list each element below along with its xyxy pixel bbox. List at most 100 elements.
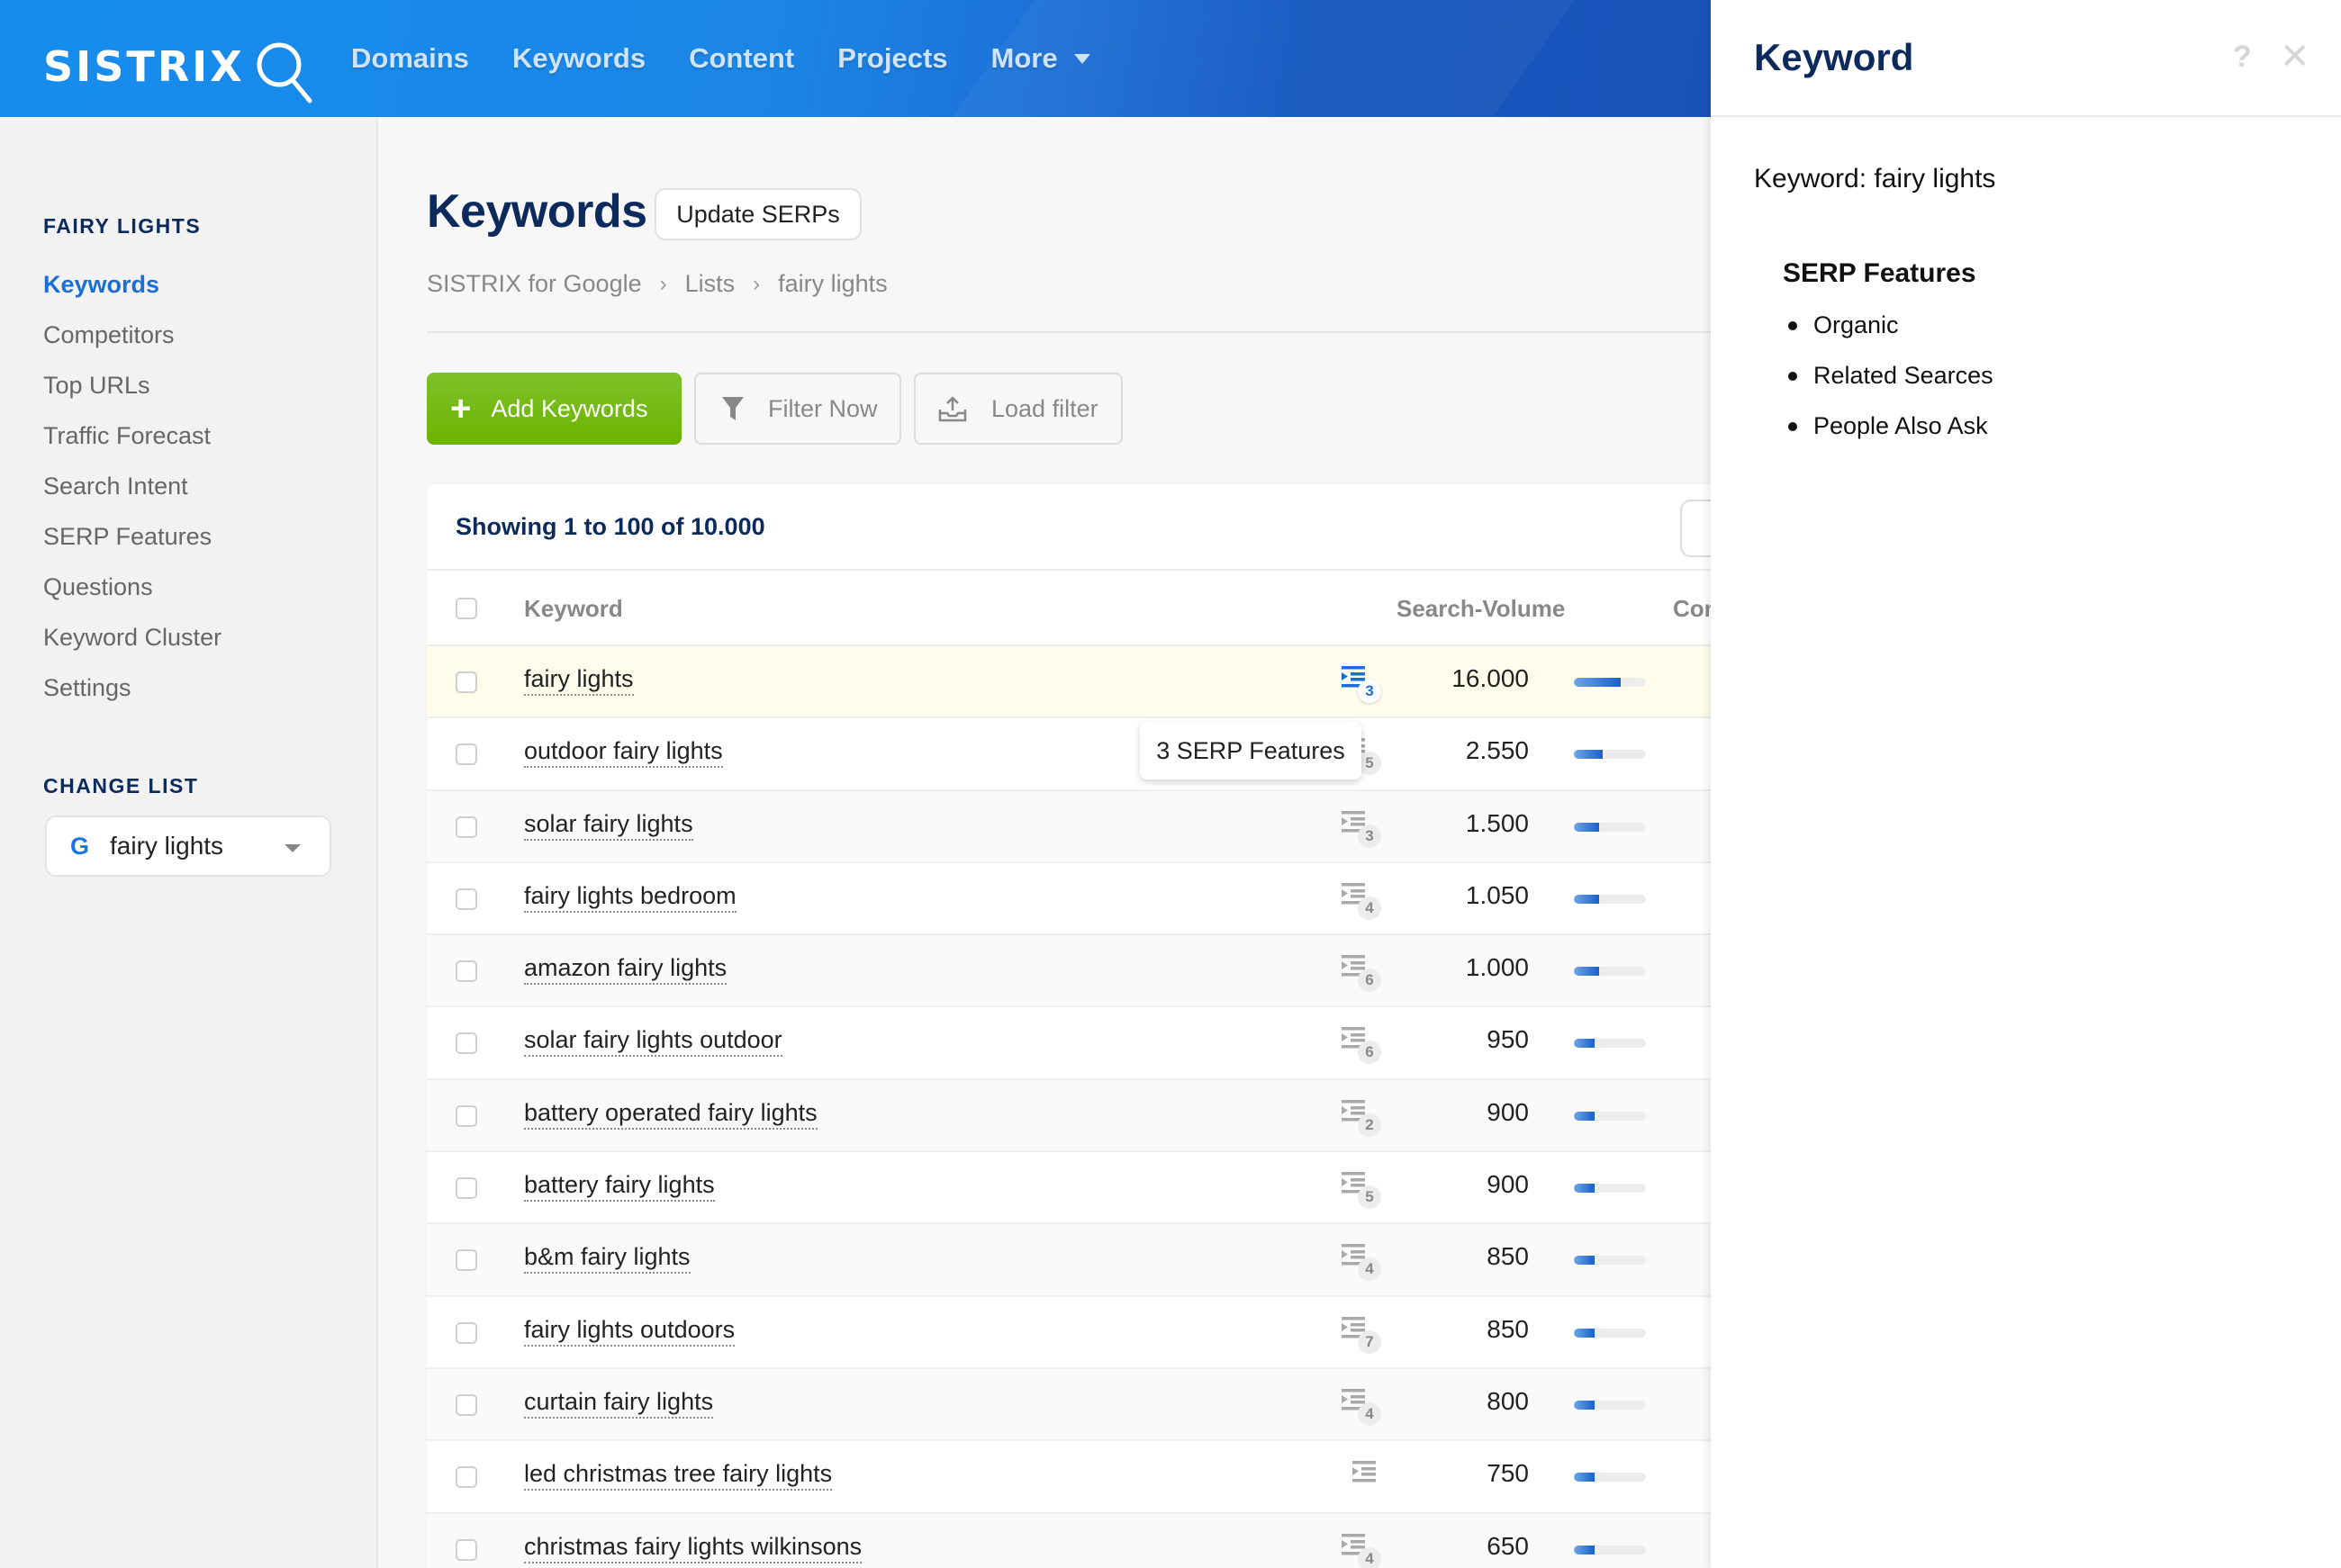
column-header-competition[interactable]: Con — [1673, 571, 1711, 646]
close-icon[interactable]: ✕ — [2280, 36, 2310, 77]
serp-features-indicator[interactable] — [1342, 1459, 1387, 1504]
serp-features-indicator[interactable]: 4 — [1342, 1242, 1387, 1287]
keyword-link[interactable]: christmas fairy lights wilkinsons — [524, 1531, 863, 1563]
table-options-button[interactable] — [1680, 500, 1711, 557]
breadcrumb-item-sistrix-for-google[interactable]: SISTRIX for Google — [427, 270, 642, 298]
row-checkbox[interactable] — [456, 1393, 477, 1416]
table-row[interactable]: outdoor fairy lights 5 2.550 — [427, 718, 1711, 791]
nav-more-dropdown[interactable]: More — [991, 42, 1090, 75]
select-all-checkbox[interactable] — [456, 598, 477, 619]
change-list-title: CHANGE LIST — [43, 774, 199, 798]
search-volume-bar-fill — [1574, 967, 1599, 977]
row-checkbox[interactable] — [456, 671, 477, 693]
table-row[interactable]: solar fairy lights 3 1.500 — [427, 790, 1711, 863]
table-row[interactable]: battery fairy lights 5 900 — [427, 1152, 1711, 1225]
row-checkbox[interactable] — [456, 816, 477, 838]
nav-content[interactable]: Content — [689, 42, 794, 75]
serp-features-indicator[interactable]: 2 — [1342, 1098, 1387, 1143]
table-row[interactable]: led christmas tree fairy lights 750 — [427, 1441, 1711, 1514]
keyword-link[interactable]: solar fairy lights — [524, 808, 693, 841]
update-serps-button[interactable]: Update SERPs — [655, 188, 862, 240]
keyword-link[interactable]: led christmas tree fairy lights — [524, 1458, 833, 1491]
keyword-link[interactable]: amazon fairy lights — [524, 952, 728, 986]
breadcrumb-item-lists[interactable]: Lists — [685, 270, 736, 298]
serp-features-indicator[interactable]: 4 — [1342, 1387, 1387, 1432]
list-select-dropdown[interactable]: G fairy lights — [45, 816, 331, 877]
bullet-icon — [1788, 422, 1797, 431]
sidebar-item-serp-features[interactable]: SERP Features — [43, 511, 221, 562]
serp-features-indicator[interactable]: 6 — [1342, 1025, 1387, 1070]
row-checkbox[interactable] — [456, 1032, 477, 1055]
sistrix-logo[interactable]: SISTRIX — [43, 31, 322, 104]
load-filter-label: Load filter — [991, 394, 1098, 422]
sidebar-item-keyword-cluster[interactable]: Keyword Cluster — [43, 612, 221, 662]
serp-features-indicator[interactable]: 5 — [1342, 1170, 1387, 1215]
keyword-link[interactable]: fairy lights — [524, 663, 634, 696]
table-row[interactable]: solar fairy lights outdoor 6 950 — [427, 1007, 1711, 1080]
serp-features-indicator[interactable]: 4 — [1342, 1532, 1387, 1568]
serp-features-indicator[interactable]: 3 — [1342, 809, 1387, 854]
bullet-icon — [1788, 372, 1797, 381]
row-checkbox[interactable] — [456, 1249, 477, 1272]
serp-features-indicator[interactable]: 6 — [1342, 953, 1387, 998]
search-volume-value: 1.000 — [1465, 953, 1529, 982]
keyword-link[interactable]: battery operated fairy lights — [524, 1097, 818, 1130]
table-row[interactable]: christmas fairy lights wilkinsons 4 650 — [427, 1513, 1711, 1568]
row-checkbox[interactable] — [456, 888, 477, 910]
serp-feature-count-badge: 6 — [1358, 1041, 1381, 1065]
row-checkbox[interactable] — [456, 1177, 477, 1200]
nav-keywords[interactable]: Keywords — [512, 42, 646, 75]
sidebar-item-questions[interactable]: Questions — [43, 562, 221, 612]
keyword-link[interactable]: battery fairy lights — [524, 1169, 715, 1203]
column-header-search-volume[interactable]: Search-Volume — [1396, 571, 1565, 646]
filter-now-button[interactable]: Filter Now — [694, 373, 901, 445]
page-title: Keywords — [427, 185, 647, 238]
row-checkbox[interactable] — [456, 1538, 477, 1561]
sidebar-item-competitors[interactable]: Competitors — [43, 310, 221, 360]
keyword-link[interactable]: solar fairy lights outdoor — [524, 1024, 782, 1058]
serp-feature-count-badge: 7 — [1358, 1329, 1381, 1354]
table-row[interactable]: amazon fairy lights 6 1.000 — [427, 935, 1711, 1008]
nav-label: More — [990, 42, 1058, 74]
table-row[interactable]: fairy lights bedroom 4 1.050 — [427, 863, 1711, 936]
serp-features-indicator[interactable]: 3 — [1342, 664, 1387, 709]
add-keywords-button[interactable]: + Add Keywords — [427, 373, 682, 445]
table-row[interactable]: battery operated fairy lights 2 900 — [427, 1079, 1711, 1153]
help-icon[interactable]: ? — [2233, 40, 2252, 75]
filter-funnel-icon — [722, 397, 744, 420]
sidebar-item-traffic-forecast[interactable]: Traffic Forecast — [43, 410, 221, 461]
row-checkbox[interactable] — [456, 743, 477, 766]
nav-domains[interactable]: Domains — [351, 42, 469, 75]
search-volume-bar — [1574, 1400, 1646, 1410]
sidebar-item-search-intent[interactable]: Search Intent — [43, 461, 221, 511]
sidebar-item-settings[interactable]: Settings — [43, 662, 221, 713]
keyword-link[interactable]: curtain fairy lights — [524, 1386, 714, 1419]
nav-projects[interactable]: Projects — [837, 42, 947, 75]
results-count: Showing 1 to 100 of 10.000 — [456, 512, 765, 540]
breadcrumb-item-current: fairy lights — [778, 270, 888, 297]
column-header-keyword[interactable]: Keyword — [524, 571, 623, 646]
panel-header: Keyword ? ✕ — [1711, 0, 2341, 117]
serp-features-indicator[interactable]: 4 — [1342, 881, 1387, 926]
row-checkbox[interactable] — [456, 1104, 477, 1127]
serp-features-indicator[interactable]: 7 — [1342, 1315, 1387, 1360]
table-row[interactable]: fairy lights outdoors 7 850 — [427, 1297, 1711, 1369]
load-filter-button[interactable]: Load filter — [914, 373, 1123, 445]
row-checkbox[interactable] — [456, 960, 477, 983]
panel-keyword-line: Keyword: fairy lights — [1754, 164, 1996, 194]
keyword-link[interactable]: b&m fairy lights — [524, 1241, 691, 1275]
sidebar-item-keywords[interactable]: Keywords — [43, 259, 221, 310]
table-row[interactable]: curtain fairy lights 4 800 — [427, 1368, 1711, 1442]
table-row[interactable]: fairy lights 3 16.000 — [427, 646, 1711, 719]
row-checkbox[interactable] — [456, 1321, 477, 1344]
search-volume-bar — [1574, 750, 1646, 760]
row-checkbox[interactable] — [456, 1466, 477, 1489]
sidebar-item-top-urls[interactable]: Top URLs — [43, 360, 221, 410]
keyword-link[interactable]: fairy lights bedroom — [524, 880, 737, 913]
search-volume-value: 950 — [1487, 1025, 1529, 1054]
nav-label: Keywords — [511, 42, 646, 74]
keyword-link[interactable]: outdoor fairy lights — [524, 735, 723, 769]
table-header-row: Keyword Search-Volume Con — [427, 571, 1711, 646]
keyword-link[interactable]: fairy lights outdoors — [524, 1314, 736, 1347]
table-row[interactable]: b&m fairy lights 4 850 — [427, 1224, 1711, 1297]
